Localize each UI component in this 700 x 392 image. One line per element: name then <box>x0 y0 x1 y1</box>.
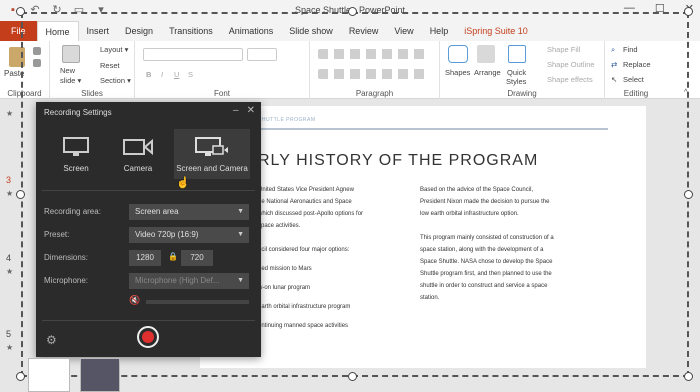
thumb-star-icon: ★ <box>6 343 14 352</box>
dialog-controls: – ✕ <box>233 105 255 116</box>
recording-area-select[interactable]: Screen area ▼ <box>129 204 249 220</box>
dimensions-label: Dimensions: <box>44 253 89 262</box>
preset-label: Preset: <box>44 230 70 239</box>
resize-handle[interactable] <box>684 7 693 16</box>
dialog-divider <box>42 190 255 191</box>
microphone-label: Microphone: <box>44 276 89 285</box>
speaker-muted-icon: 🔇 <box>129 295 141 305</box>
dialog-minimize-button[interactable]: – <box>233 105 239 116</box>
slide-number-5[interactable]: 5 <box>6 329 11 339</box>
width-input[interactable]: 1280 <box>129 250 161 266</box>
microphone-value: Microphone (High Def... <box>135 276 220 285</box>
chevron-down-icon: ▼ <box>237 277 244 284</box>
mode-screen-and-camera[interactable]: Screen and Camera <box>174 129 250 179</box>
resize-handle[interactable] <box>684 372 693 381</box>
slide-number-4[interactable]: 4 <box>6 253 11 263</box>
dialog-title: Recording Settings <box>44 108 112 117</box>
slide-number-3[interactable]: 3 <box>6 175 11 185</box>
slide-thumbnail-image <box>80 358 120 392</box>
preset-value: Video 720p (16:9) <box>135 230 199 239</box>
thumb-star-icon: ★ <box>6 267 14 276</box>
slide-thumbnail-5[interactable] <box>28 358 70 392</box>
thumb-star-icon: ★ <box>6 189 14 198</box>
resize-handle[interactable] <box>16 7 25 16</box>
resize-handle[interactable] <box>348 7 357 16</box>
microphone-select[interactable]: Microphone (High Def... ▼ <box>129 273 249 289</box>
mode-screen-and-camera-label: Screen and Camera <box>176 164 248 173</box>
mode-camera-label: Camera <box>123 164 153 173</box>
hand-cursor-icon: ☝ <box>176 177 190 189</box>
lock-icon[interactable]: 🔒 <box>168 252 178 261</box>
mode-camera[interactable]: Camera <box>100 129 176 179</box>
screen-camera-icon <box>195 137 228 156</box>
resize-handle[interactable] <box>348 372 357 381</box>
volume-meter <box>146 300 249 304</box>
chevron-down-icon: ▼ <box>237 208 244 215</box>
recording-settings-dialog: Recording Settings – ✕ Screen Camera Scr… <box>36 102 261 357</box>
resize-handle[interactable] <box>16 372 25 381</box>
resize-handle[interactable] <box>684 190 693 199</box>
height-input[interactable]: 720 <box>181 250 213 266</box>
recording-area-label: Recording area: <box>44 207 101 216</box>
record-button[interactable] <box>137 326 159 348</box>
resize-handle[interactable] <box>16 190 25 199</box>
screen-icon <box>63 137 89 156</box>
recording-area-value: Screen area <box>135 207 179 216</box>
gear-icon[interactable]: ⚙ <box>46 333 57 347</box>
thumb-star-icon: ★ <box>6 109 14 118</box>
preset-select[interactable]: Video 720p (16:9) ▼ <box>129 227 249 243</box>
camera-icon <box>123 138 153 156</box>
dialog-divider <box>42 320 255 321</box>
chevron-down-icon: ▼ <box>237 231 244 238</box>
dialog-close-button[interactable]: ✕ <box>247 105 255 116</box>
